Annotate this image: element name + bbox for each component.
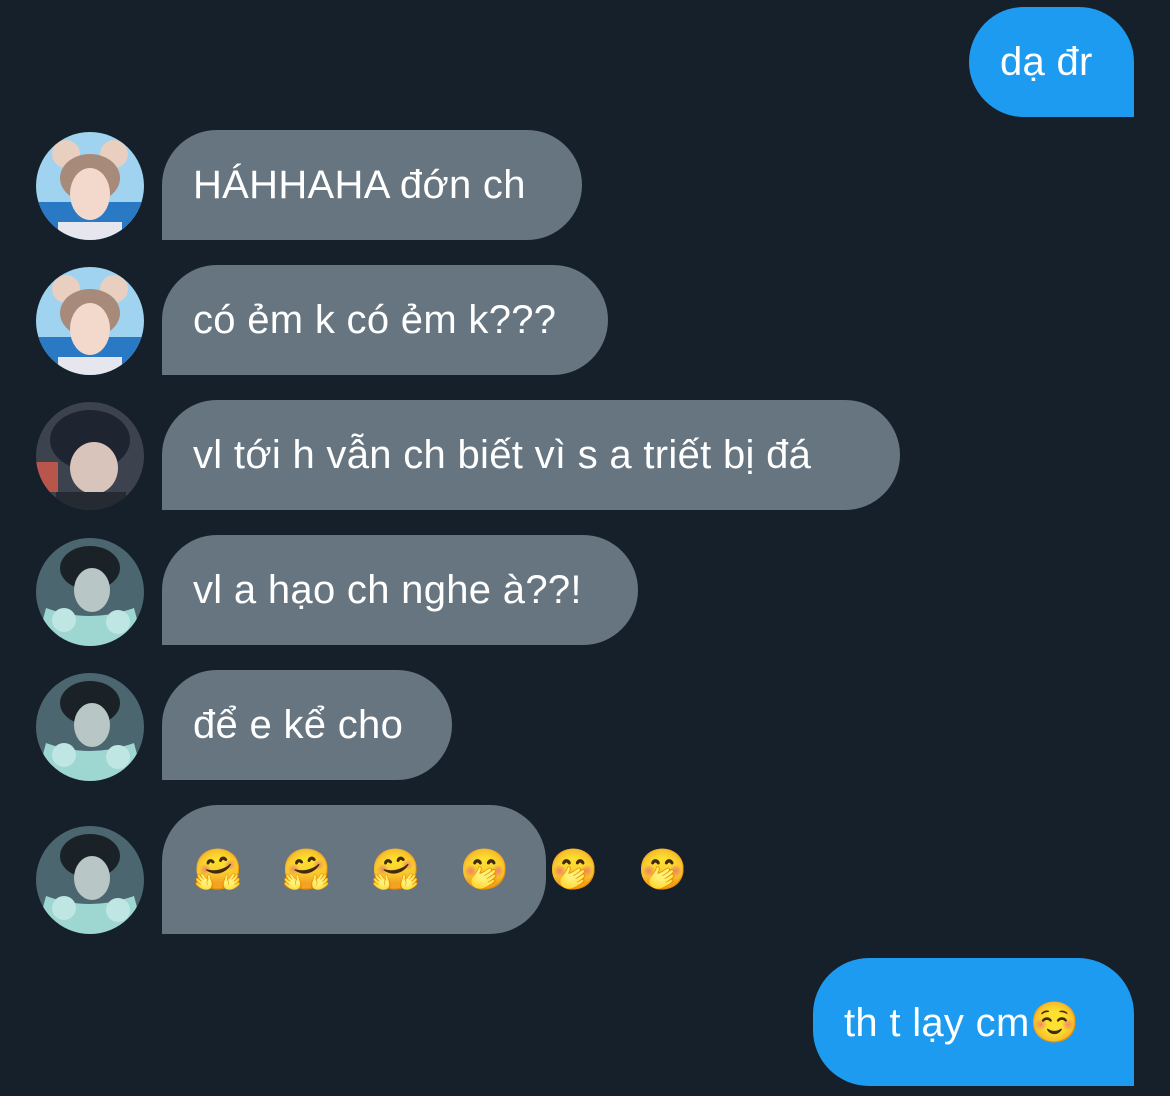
message-text: dạ đr	[1000, 39, 1093, 84]
sender-avatar[interactable]	[36, 826, 144, 934]
incoming-message-bubble[interactable]: 🤗 🤗 🤗 🤭 🤭 🤭	[162, 805, 687, 934]
sender-avatar[interactable]	[36, 402, 144, 510]
incoming-message-bubble[interactable]: HÁHHAHA đớn ch	[162, 130, 582, 240]
sender-avatar[interactable]	[36, 673, 144, 781]
message-text: vl a hạo ch nghe à??!	[193, 567, 582, 612]
outgoing-message-bubble[interactable]: dạ đr	[969, 7, 1134, 117]
sender-avatar[interactable]	[36, 267, 144, 375]
sender-avatar[interactable]	[36, 132, 144, 240]
incoming-message-bubble[interactable]: vl a hạo ch nghe à??!	[162, 535, 638, 645]
message-text: HÁHHAHA đớn ch	[193, 162, 526, 207]
incoming-message-bubble[interactable]: có ẻm k có ẻm k???	[162, 265, 608, 375]
message-text: vl tới h vẫn ch biết vì s a triết bị đá	[193, 432, 812, 477]
message-text: th t lạy cm☺️	[844, 1000, 1080, 1045]
emoji-message-text: 🤗 🤗 🤗 🤭 🤭 🤭	[193, 848, 702, 892]
sender-avatar[interactable]	[36, 538, 144, 646]
incoming-message-bubble[interactable]: vl tới h vẫn ch biết vì s a triết bị đá	[162, 400, 900, 510]
outgoing-message-bubble[interactable]: th t lạy cm☺️	[813, 958, 1134, 1086]
message-text: để e kể cho	[193, 702, 404, 747]
incoming-message-bubble[interactable]: để e kể cho	[162, 670, 452, 780]
message-text: có ẻm k có ẻm k???	[193, 297, 557, 342]
